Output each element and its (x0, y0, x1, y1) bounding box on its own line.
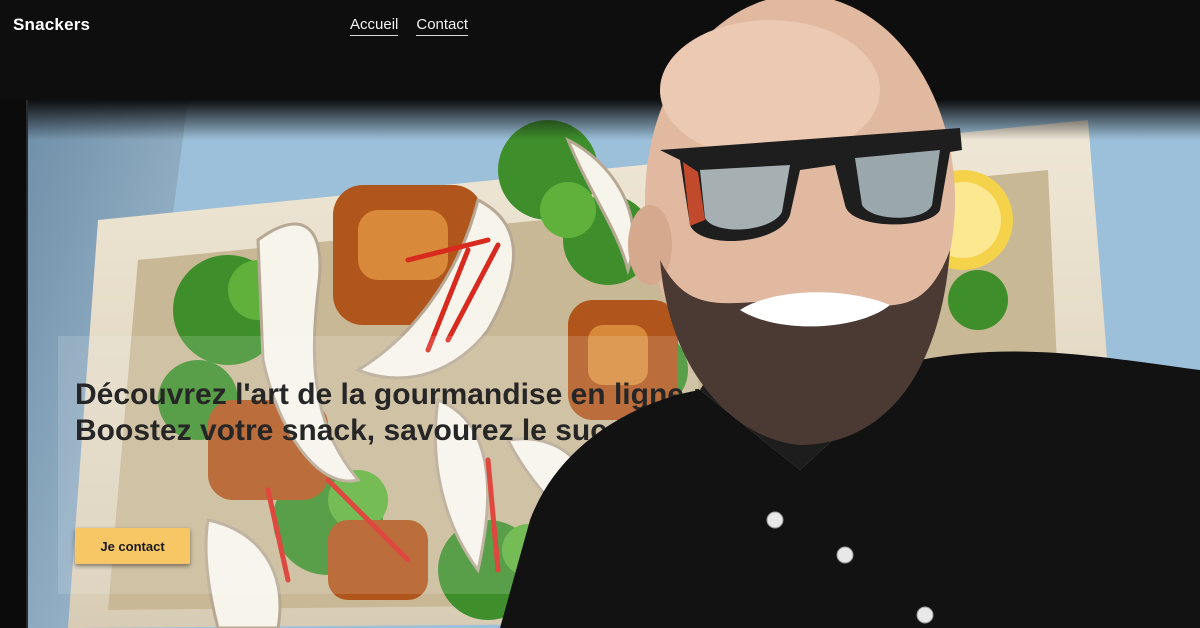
brand-logo[interactable]: Snackers (13, 15, 90, 35)
person-photo (500, 0, 1200, 628)
main-nav: Accueil Contact (350, 16, 469, 36)
contact-cta-button[interactable]: Je contact (75, 528, 190, 564)
left-edge-strip (0, 35, 28, 628)
nav-link-contact[interactable]: Contact (416, 16, 469, 36)
nav-link-accueil[interactable]: Accueil (350, 16, 399, 36)
